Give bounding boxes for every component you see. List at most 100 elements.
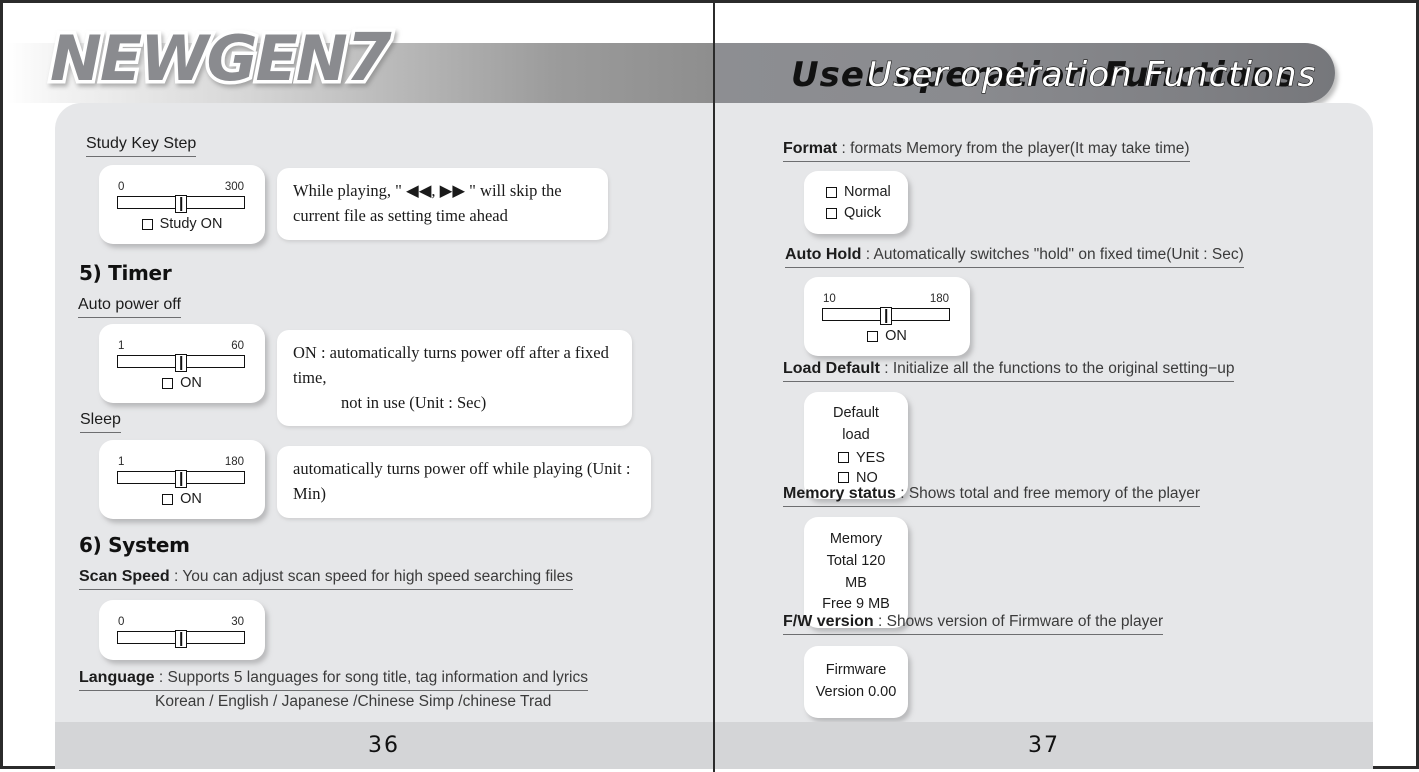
format-options-card: Normal Quick — [804, 171, 908, 234]
right-content-panel: Format : formats Memory from the player(… — [715, 103, 1373, 722]
auto-power-off-slider-max: 60 — [231, 340, 244, 352]
sleep-callout: automatically turns power off while play… — [277, 446, 651, 518]
auto-power-off-label: ON — [180, 375, 202, 391]
language-separator: : — [154, 669, 168, 686]
logo-number: 7 — [342, 19, 395, 96]
language-heading: Language : Supports 5 languages for song… — [79, 668, 588, 691]
fw-version-label: F/W version — [783, 613, 874, 630]
fw-version-heading: F/W version : Shows version of Firmware … — [783, 612, 1164, 635]
auto-hold-slider-thumb[interactable] — [880, 306, 892, 325]
scan-speed-slider-min: 0 — [118, 616, 125, 628]
study-key-step-card: 0 300 Study ON — [99, 165, 265, 244]
default-load-yes-row[interactable]: YES — [838, 450, 894, 466]
language-list: Korean / English / Japanese /Chinese Sim… — [155, 693, 552, 710]
load-default-heading: Load Default : Initialize all the functi… — [783, 359, 1235, 382]
default-load-title: Default load — [833, 405, 879, 443]
scan-speed-card: 0 30 — [99, 600, 265, 660]
checkbox-icon[interactable] — [838, 472, 849, 483]
sleep-card: 1 180 ON — [99, 440, 265, 519]
right-page-footer: 37 — [715, 722, 1373, 769]
firmware-card-title: Firmware — [825, 662, 887, 678]
auto-hold-slider-track[interactable] — [822, 306, 950, 325]
auto-hold-separator: : — [861, 246, 874, 263]
format-normal-row[interactable]: Normal — [826, 184, 892, 200]
scan-speed-slider-thumb[interactable] — [175, 629, 187, 648]
firmware-version: Version 0.00 — [815, 683, 897, 700]
auto-power-off-card: 1 60 ON — [99, 324, 265, 403]
format-label: Format — [783, 140, 838, 157]
load-default-label: Load Default — [783, 360, 880, 377]
auto-hold-on-label: ON — [885, 328, 907, 344]
format-heading: Format : formats Memory from the player(… — [783, 139, 1190, 162]
study-on-checkbox-row[interactable]: Study ON — [117, 216, 247, 232]
fw-version-card: Firmware Version 0.00 — [804, 646, 908, 718]
memory-card-title: Memory — [829, 531, 883, 547]
auto-hold-slider[interactable]: 10 180 — [822, 293, 950, 325]
fw-version-desc: Shows version of Firmware of the player — [886, 613, 1164, 630]
sleep-slider-max: 180 — [224, 456, 244, 468]
default-load-yes-label: YES — [856, 449, 886, 466]
study-step-slider-max: 300 — [224, 181, 244, 193]
auto-power-off-callout: ON : automatically turns power off after… — [277, 330, 632, 427]
checkbox-icon[interactable] — [867, 330, 879, 342]
fw-version-separator: : — [873, 613, 887, 630]
checkbox-icon[interactable] — [141, 218, 153, 230]
logo-wordmark: NEWGEN — [47, 22, 352, 95]
memory-total: Total 120 MB — [826, 552, 886, 591]
auto-power-off-slider-track[interactable] — [117, 353, 245, 372]
auto-power-off-checkbox-row[interactable]: ON — [117, 375, 247, 391]
format-normal-label: Normal — [844, 184, 891, 200]
auto-hold-slider-max: 180 — [929, 293, 949, 305]
format-desc: formats Memory from the player(It may ta… — [850, 140, 1190, 157]
page-gutter-divider — [713, 3, 715, 772]
checkbox-icon[interactable] — [162, 377, 174, 389]
auto-power-off-slider-thumb[interactable] — [175, 353, 187, 372]
section-system-heading: 6) System — [79, 533, 190, 557]
left-content-panel: Study Key Step 0 300 Study ON While play… — [55, 103, 713, 722]
auto-hold-desc: Automatically switches "hold" on fixed t… — [873, 246, 1244, 263]
scan-speed-separator: : — [169, 568, 183, 585]
newgen-logo: NEWGEN7 — [47, 21, 396, 94]
checkbox-icon[interactable] — [826, 186, 837, 198]
memory-status-desc: Shows total and free memory of the playe… — [908, 485, 1201, 502]
study-step-slider-thumb[interactable] — [175, 194, 187, 213]
scan-speed-heading: Scan Speed : You can adjust scan speed f… — [79, 567, 573, 590]
study-step-slider[interactable]: 0 300 — [117, 181, 245, 213]
load-default-desc: Initialize all the functions to the orig… — [892, 360, 1235, 377]
page-right: User operation Functions User operation … — [715, 3, 1419, 772]
study-step-slider-min: 0 — [118, 181, 125, 193]
sleep-checkbox-row[interactable]: ON — [117, 491, 247, 507]
scan-speed-slider-track[interactable] — [117, 629, 245, 648]
study-key-step-heading: Study Key Step — [86, 134, 197, 157]
format-quick-row[interactable]: Quick — [826, 205, 892, 221]
page-left: NEWGEN7 Study Key Step 0 300 Study ON Wh… — [6, 3, 713, 772]
checkbox-icon[interactable] — [162, 493, 174, 505]
auto-hold-label: Auto Hold — [785, 246, 862, 263]
auto-power-off-callout-line1: ON : automatically turns power off after… — [293, 343, 609, 387]
left-page-footer: 36 — [55, 722, 713, 769]
manual-spread: NEWGEN7 Study Key Step 0 300 Study ON Wh… — [0, 0, 1419, 772]
load-default-card: Default load YES NO — [804, 392, 908, 499]
scan-speed-slider-max: 30 — [231, 616, 244, 628]
load-default-separator: : — [879, 360, 893, 377]
page-number-right: 37 — [1028, 733, 1060, 758]
checkbox-icon[interactable] — [838, 452, 849, 463]
checkbox-icon[interactable] — [826, 207, 837, 219]
banner-title: User operation Functions — [866, 54, 1317, 95]
sleep-slider-track[interactable] — [117, 469, 245, 488]
sleep-slider[interactable]: 1 180 — [117, 456, 245, 488]
auto-power-off-slider-min: 1 — [118, 340, 125, 352]
auto-hold-checkbox-row[interactable]: ON — [822, 328, 952, 344]
auto-power-off-slider[interactable]: 1 60 — [117, 340, 245, 372]
sleep-slider-thumb[interactable] — [175, 469, 187, 488]
auto-hold-heading: Auto Hold : Automatically switches "hold… — [785, 245, 1244, 268]
scan-speed-slider[interactable]: 0 30 — [117, 616, 245, 648]
format-separator: : — [837, 140, 851, 157]
sleep-on-label: ON — [180, 491, 202, 507]
auto-hold-slider-min: 10 — [823, 293, 836, 305]
language-desc: Supports 5 languages for song title, tag… — [167, 669, 588, 686]
format-quick-label: Quick — [844, 205, 882, 221]
study-step-slider-track[interactable] — [117, 194, 245, 213]
auto-hold-card: 10 180 ON — [804, 277, 970, 356]
auto-power-off-heading: Auto power off — [78, 295, 181, 318]
